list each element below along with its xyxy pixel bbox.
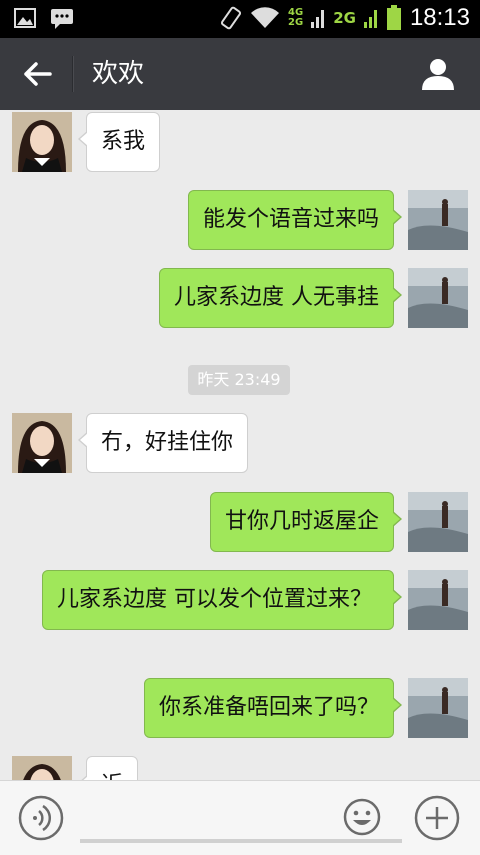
- my-avatar[interactable]: [408, 190, 468, 250]
- incoming-message-bubble[interactable]: 冇，好挂住你: [77, 413, 249, 473]
- signal-icon: [311, 10, 325, 28]
- header-divider: [72, 56, 74, 92]
- status-right: 4G 2G 2G 18:13: [220, 4, 470, 32]
- network-type: 4G 2G: [288, 8, 303, 28]
- profile-button[interactable]: [418, 54, 458, 94]
- signal-icon: [363, 10, 377, 28]
- voice-button[interactable]: [18, 795, 64, 841]
- outgoing-message-bubble[interactable]: 甘你几时返屋企: [209, 492, 403, 552]
- network-2g-label: 2G: [333, 9, 356, 27]
- back-button[interactable]: [18, 54, 58, 94]
- outgoing-message-bubble[interactable]: 能发个语音过来吗: [187, 190, 403, 250]
- network-2g-small-label: 2G: [288, 17, 304, 28]
- emoji-button[interactable]: [342, 797, 382, 837]
- status-bar: 4G 2G 2G 18:13: [0, 0, 480, 38]
- emoji-icon: [343, 798, 381, 836]
- message-input[interactable]: [80, 839, 402, 843]
- my-avatar[interactable]: [408, 268, 468, 328]
- my-avatar[interactable]: [408, 678, 468, 738]
- chat-icon: [51, 9, 73, 29]
- rotate-icon: [220, 6, 242, 30]
- voice-icon: [18, 795, 64, 841]
- contact-avatar[interactable]: [12, 413, 72, 473]
- contact-avatar[interactable]: [12, 112, 72, 172]
- incoming-message-bubble[interactable]: 系我: [77, 112, 161, 172]
- outgoing-message-bubble[interactable]: 你系准备唔回来了吗？: [143, 678, 403, 738]
- profile-icon: [422, 59, 454, 90]
- status-left: [14, 8, 74, 30]
- outgoing-message-bubble[interactable]: 儿家系边度 可以发个位置过来？: [42, 570, 402, 630]
- status-time: 18:13: [409, 4, 470, 31]
- incoming-message-bubble[interactable]: 近: [77, 756, 139, 780]
- back-arrow-icon: [24, 62, 52, 86]
- picture-icon: [14, 8, 36, 28]
- contact-avatar[interactable]: [12, 756, 72, 780]
- chat-header: 欢欢: [0, 38, 480, 110]
- my-avatar[interactable]: [408, 570, 468, 630]
- outgoing-message-bubble[interactable]: 儿家系边度 人无事挂: [159, 268, 402, 328]
- wifi-icon: [251, 7, 280, 29]
- battery-icon: [386, 5, 401, 30]
- plus-icon: [414, 795, 460, 841]
- my-avatar[interactable]: [408, 492, 468, 552]
- more-button[interactable]: [414, 795, 460, 841]
- input-bar: [0, 780, 480, 855]
- chat-title: 欢欢: [92, 59, 145, 89]
- chat-area[interactable]: 系我 能发个语音过来吗 儿家系边度 人无事挂 昨天 23:49 冇，好挂住你 甘…: [0, 110, 480, 780]
- timestamp-divider: 昨天 23:49: [188, 365, 290, 395]
